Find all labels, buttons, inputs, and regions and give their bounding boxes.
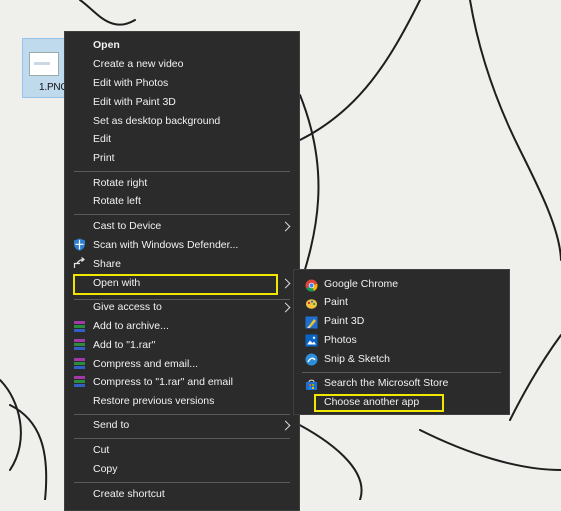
submenu-item-search-microsoft-store[interactable]: Search the Microsoft Store	[324, 374, 448, 392]
winrar-icon	[74, 376, 85, 387]
menu-item-create-new-video[interactable]: Create a new video	[93, 55, 183, 73]
image-file-thumbnail	[29, 52, 59, 76]
menu-item-scan-windows-defender[interactable]: Scan with Windows Defender...	[93, 236, 238, 254]
submenu-item-snip-sketch[interactable]: Snip & Sketch	[324, 350, 390, 368]
menu-item-open[interactable]: Open	[93, 36, 120, 54]
menu-item-compress-and-email[interactable]: Compress and email...	[93, 355, 198, 373]
menu-item-cast-to-device[interactable]: Cast to Device	[93, 217, 161, 235]
menu-item-copy[interactable]: Copy	[93, 460, 118, 478]
menu-item-cut[interactable]: Cut	[93, 441, 109, 459]
menu-item-send-to[interactable]: Send to	[93, 416, 129, 434]
chevron-right-icon	[280, 302, 291, 313]
menu-separator	[74, 482, 290, 483]
menu-separator	[74, 438, 290, 439]
chevron-right-icon	[280, 221, 291, 232]
menu-separator	[74, 414, 290, 415]
menu-item-restore-previous-versions[interactable]: Restore previous versions	[93, 392, 214, 410]
desktop-file-icon[interactable]: 1.PNG	[22, 38, 68, 98]
submenu-item-paint-3d[interactable]: Paint 3D	[324, 312, 364, 330]
chevron-right-icon	[280, 420, 291, 431]
microsoft-store-icon	[306, 379, 317, 390]
windows-defender-icon	[74, 238, 85, 251]
menu-item-set-desktop-background[interactable]: Set as desktop background	[93, 112, 220, 130]
submenu-item-google-chrome[interactable]: Google Chrome	[324, 275, 398, 293]
menu-item-edit[interactable]: Edit	[93, 130, 111, 148]
choose-another-app-highlight-box	[314, 394, 444, 412]
menu-item-compress-to-1-rar-and-email[interactable]: Compress to "1.rar" and email	[93, 373, 233, 391]
chevron-right-icon	[280, 278, 291, 289]
winrar-icon	[74, 358, 85, 369]
context-menu: Open Create a new video Edit with Photos…	[64, 31, 300, 511]
open-with-submenu: Google Chrome Paint Paint 3D Photos Snip…	[293, 269, 510, 415]
menu-item-create-shortcut[interactable]: Create shortcut	[93, 485, 165, 503]
winrar-icon	[74, 321, 85, 332]
menu-item-share[interactable]: Share	[93, 255, 121, 273]
open-with-highlight-box	[73, 274, 278, 295]
paint-3d-icon	[305, 316, 318, 329]
menu-item-give-access-to[interactable]: Give access to	[93, 298, 162, 316]
menu-item-edit-with-photos[interactable]: Edit with Photos	[93, 74, 168, 92]
submenu-separator	[302, 372, 501, 373]
winrar-icon	[74, 339, 85, 350]
menu-item-add-to-archive[interactable]: Add to archive...	[93, 317, 169, 335]
menu-item-add-to-1-rar[interactable]: Add to "1.rar"	[93, 336, 155, 354]
submenu-item-paint[interactable]: Paint	[324, 293, 348, 311]
photos-icon	[305, 334, 318, 347]
menu-item-rotate-left[interactable]: Rotate left	[93, 192, 141, 210]
snip-sketch-icon	[305, 353, 318, 366]
menu-separator	[74, 214, 290, 215]
chrome-icon	[305, 279, 318, 292]
menu-item-edit-with-paint-3d[interactable]: Edit with Paint 3D	[93, 93, 176, 111]
menu-item-print[interactable]: Print	[93, 149, 115, 167]
menu-item-rotate-right[interactable]: Rotate right	[93, 174, 147, 192]
share-icon	[73, 257, 85, 268]
submenu-item-photos[interactable]: Photos	[324, 331, 357, 349]
paint-icon	[306, 299, 317, 309]
menu-separator	[74, 171, 290, 172]
